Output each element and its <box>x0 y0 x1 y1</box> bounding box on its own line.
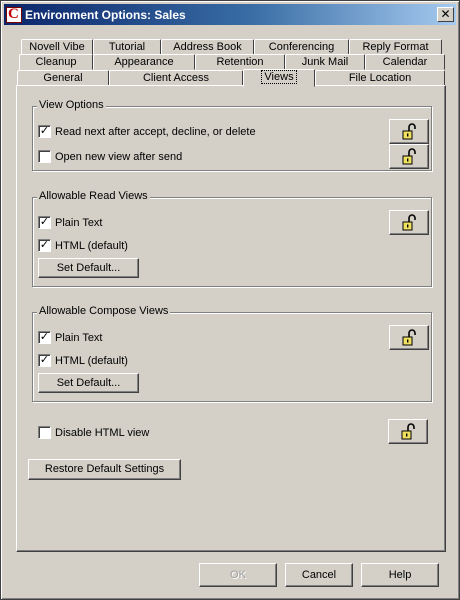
read-views-group: Allowable Read Views ✓ Plain Text ✓ HTML… <box>32 190 432 287</box>
read-plain-text-label: Plain Text <box>55 216 103 229</box>
read-html-label: HTML (default) <box>55 239 128 252</box>
disable-html-row[interactable]: Disable HTML view <box>38 426 149 439</box>
compose-html-row[interactable]: ✓ HTML (default) <box>38 354 128 367</box>
compose-html-label: HTML (default) <box>55 354 128 367</box>
compose-plain-text-label: Plain Text <box>55 331 103 344</box>
read-views-title: Allowable Read Views <box>37 190 150 202</box>
padlock-unlocked-icon <box>402 328 416 345</box>
tab-cleanup[interactable]: Cleanup <box>19 54 93 70</box>
tab-views[interactable]: Views <box>243 69 315 87</box>
compose-plain-text-checkbox[interactable]: ✓ <box>38 331 51 344</box>
compose-views-group: Allowable Compose Views ✓ Plain Text ✓ H… <box>32 305 432 402</box>
lock-button-read-next[interactable] <box>389 119 429 144</box>
read-plain-text-checkbox[interactable]: ✓ <box>38 216 51 229</box>
restore-default-settings-button[interactable]: Restore Default Settings <box>28 459 181 480</box>
read-plain-text-row[interactable]: ✓ Plain Text <box>38 216 103 229</box>
lock-button-read-views[interactable] <box>389 210 429 235</box>
view-options-title: View Options <box>37 99 106 111</box>
tab-appearance[interactable]: Appearance <box>93 54 195 70</box>
environment-options-dialog: C Environment Options: Sales ✕ Novell Vi… <box>0 0 460 600</box>
help-button[interactable]: Help <box>361 563 439 587</box>
tab-file-location[interactable]: File Location <box>315 70 445 86</box>
views-tab-panel: View Options ✓ Read next after accept, d… <box>16 85 446 552</box>
read-next-label: Read next after accept, decline, or dele… <box>55 125 256 138</box>
lock-button-compose-views[interactable] <box>389 325 429 350</box>
padlock-unlocked-icon <box>401 422 415 439</box>
ok-button[interactable]: OK <box>199 563 277 587</box>
tab-tutorial[interactable]: Tutorial <box>93 39 161 55</box>
open-new-view-checkbox-row[interactable]: Open new view after send <box>38 150 182 163</box>
groupwise-app-icon: C <box>6 6 22 23</box>
tab-reply-format[interactable]: Reply Format <box>349 39 442 55</box>
tab-conferencing[interactable]: Conferencing <box>254 39 349 55</box>
compose-html-checkbox[interactable]: ✓ <box>38 354 51 367</box>
tab-client-access[interactable]: Client Access <box>109 70 243 86</box>
open-new-view-checkbox[interactable] <box>38 150 51 163</box>
tab-junk-mail[interactable]: Junk Mail <box>285 54 365 70</box>
compose-views-title: Allowable Compose Views <box>37 305 171 317</box>
read-next-checkbox-row[interactable]: ✓ Read next after accept, decline, or de… <box>38 125 256 138</box>
open-new-view-label: Open new view after send <box>55 150 183 163</box>
tab-calendar[interactable]: Calendar <box>365 54 445 70</box>
lock-button-open-new-view[interactable] <box>389 144 429 169</box>
padlock-unlocked-icon <box>402 122 416 139</box>
read-next-checkbox[interactable]: ✓ <box>38 125 51 138</box>
tab-general[interactable]: General <box>17 70 109 86</box>
window-title: Environment Options: Sales <box>25 7 186 22</box>
compose-set-default-button[interactable]: Set Default... <box>38 373 139 393</box>
tab-address-book[interactable]: Address Book <box>161 39 254 55</box>
read-html-checkbox[interactable]: ✓ <box>38 239 51 252</box>
padlock-unlocked-icon <box>402 147 416 164</box>
title-bar[interactable]: C Environment Options: Sales ✕ <box>4 4 456 25</box>
lock-button-disable-html[interactable] <box>388 419 428 444</box>
close-button[interactable]: ✕ <box>437 7 454 22</box>
disable-html-checkbox[interactable] <box>38 426 51 439</box>
view-options-group: View Options ✓ Read next after accept, d… <box>32 99 432 171</box>
cancel-button[interactable]: Cancel <box>285 563 353 587</box>
read-set-default-button[interactable]: Set Default... <box>38 258 139 278</box>
tab-novell-vibe[interactable]: Novell Vibe <box>21 39 93 55</box>
disable-html-label: Disable HTML view <box>55 426 150 439</box>
compose-plain-text-row[interactable]: ✓ Plain Text <box>38 331 103 344</box>
tab-retention[interactable]: Retention <box>195 54 285 70</box>
read-html-row[interactable]: ✓ HTML (default) <box>38 239 128 252</box>
padlock-unlocked-icon <box>402 213 416 230</box>
